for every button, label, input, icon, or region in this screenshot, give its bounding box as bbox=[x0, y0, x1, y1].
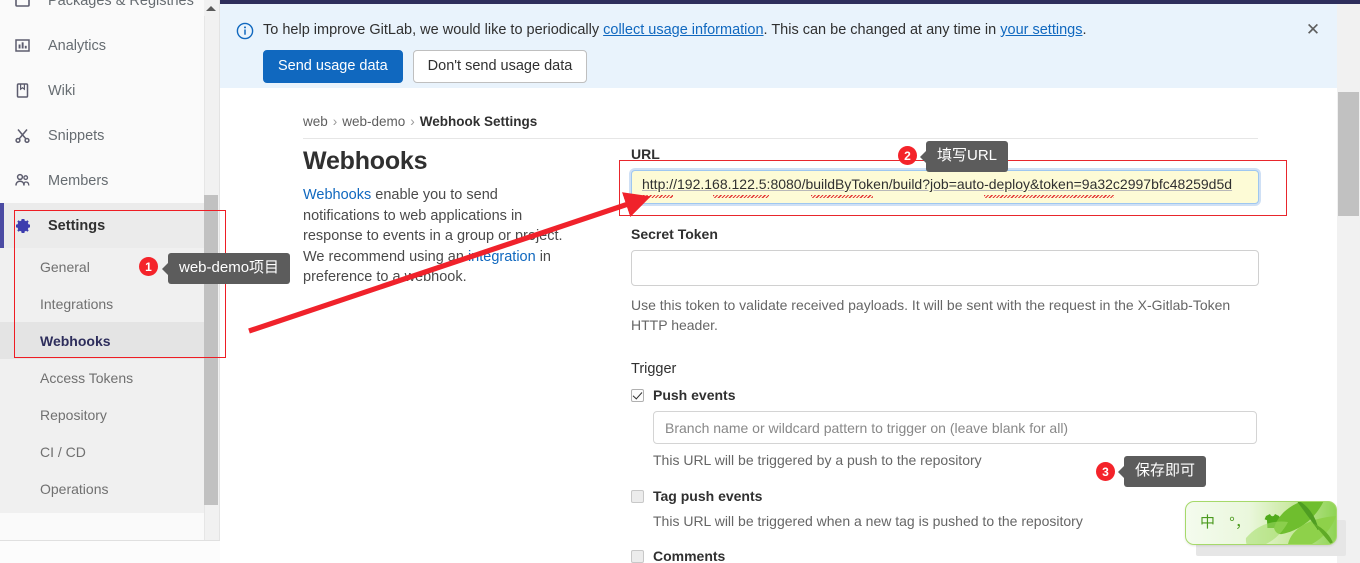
your-settings-link[interactable]: your settings bbox=[1000, 22, 1082, 38]
ime-punctuation-button[interactable]: °， bbox=[1229, 515, 1250, 531]
info-circle-icon bbox=[236, 22, 254, 40]
comments-label[interactable]: Comments bbox=[653, 548, 725, 563]
sidebar-item-integrations[interactable]: Integrations bbox=[0, 285, 219, 322]
gitlab-webhook-settings-page: Packages & Registries Analytics Wiki Sni… bbox=[0, 0, 1360, 563]
push-events-row: Push events bbox=[631, 387, 1261, 404]
sidebar-item-wiki[interactable]: Wiki bbox=[0, 68, 219, 113]
ime-mode-button[interactable]: 中 bbox=[1200, 515, 1215, 531]
page-scrollbar[interactable] bbox=[1337, 4, 1360, 563]
annotation-tooltip-2: 填写URL bbox=[919, 141, 1009, 172]
sidebar-item-settings[interactable]: Settings bbox=[0, 203, 219, 248]
breadcrumb-separator-1: › bbox=[332, 114, 338, 129]
breadcrumb-separator-2: › bbox=[410, 114, 415, 129]
tag-push-events-checkbox[interactable] bbox=[631, 490, 644, 503]
url-input[interactable] bbox=[631, 170, 1259, 204]
ime-widget[interactable]: 中 °， bbox=[1185, 501, 1337, 545]
annotation-badge-2: 2 bbox=[898, 146, 917, 165]
usage-data-banner: To help improve GitLab, we would like to… bbox=[220, 4, 1337, 88]
integration-doc-link[interactable]: integration bbox=[468, 249, 536, 265]
branch-pattern-input[interactable] bbox=[653, 411, 1257, 444]
webhooks-doc-link[interactable]: Webhooks bbox=[303, 187, 371, 203]
sidebar-item-analytics[interactable]: Analytics bbox=[0, 23, 219, 68]
sidebar-scroll-thumb[interactable] bbox=[204, 195, 218, 505]
annotation-badge-1: 1 bbox=[139, 257, 158, 276]
secret-token-label: Secret Token bbox=[631, 226, 718, 242]
collect-usage-information-link[interactable]: collect usage information bbox=[603, 22, 763, 38]
users-icon bbox=[14, 172, 38, 190]
sidebar-bottom-padding bbox=[0, 513, 219, 540]
sidebar-item-label: Packages & Registries bbox=[48, 0, 194, 9]
sidebar-subitem-label: Repository bbox=[40, 406, 107, 423]
annotation-tooltip-1: web-demo项目 bbox=[161, 253, 291, 284]
sidebar-item-label: Snippets bbox=[48, 127, 105, 144]
breadcrumb-current: Webhook Settings bbox=[419, 114, 538, 129]
book-icon bbox=[14, 82, 38, 100]
banner-text-3: . bbox=[1082, 22, 1087, 38]
sidebar-item-webhooks[interactable]: Webhooks bbox=[0, 322, 219, 359]
secret-token-help: Use this token to validate received payl… bbox=[631, 297, 1231, 333]
breadcrumb-divider bbox=[303, 138, 1258, 139]
sidebar-item-packages[interactable]: Packages & Registries bbox=[0, 0, 219, 23]
annotation-tooltip-3: 保存即可 bbox=[1117, 456, 1207, 487]
sidebar-item-access-tokens[interactable]: Access Tokens bbox=[0, 359, 219, 396]
sidebar-item-snippets[interactable]: Snippets bbox=[0, 113, 219, 158]
comments-row: Comments bbox=[631, 548, 1261, 563]
sidebar-scroll-up-arrow[interactable] bbox=[204, 0, 218, 16]
push-events-checkbox[interactable] bbox=[631, 389, 644, 402]
tag-push-events-row: Tag push events bbox=[631, 488, 1261, 505]
sidebar-subitem-label: Integrations bbox=[40, 295, 114, 312]
page-title: Webhooks bbox=[303, 147, 428, 175]
banner-text-1: To help improve GitLab, we would like to… bbox=[263, 22, 604, 38]
tag-push-events-help: This URL will be triggered when a new ta… bbox=[653, 513, 1083, 529]
shirt-icon[interactable] bbox=[1264, 513, 1281, 533]
sidebar-subitem-label: General bbox=[40, 258, 90, 275]
annotation-badge-3: 3 bbox=[1096, 462, 1115, 481]
package-icon bbox=[14, 0, 38, 10]
webhook-settings-content: web › web-demo › Webhook Settings Webhooks W… bbox=[220, 88, 1337, 563]
webhooks-description-column: Webhooks Webhooks enable you to send not… bbox=[303, 146, 603, 288]
sidebar-item-label: Settings bbox=[48, 217, 106, 234]
page-scroll-thumb[interactable] bbox=[1338, 92, 1359, 216]
sidebar-item-repository[interactable]: Repository bbox=[0, 396, 219, 433]
comments-checkbox[interactable] bbox=[631, 550, 644, 563]
dont-send-usage-data-button[interactable]: Don't send usage data bbox=[412, 50, 588, 83]
sidebar-item-label: Analytics bbox=[48, 37, 107, 54]
breadcrumb: web › web-demo › Webhook Settings bbox=[220, 88, 1337, 129]
send-usage-data-button[interactable]: Send usage data bbox=[263, 50, 403, 83]
breadcrumb-web[interactable]: web bbox=[303, 114, 328, 129]
gear-icon bbox=[14, 217, 38, 235]
push-events-label[interactable]: Push events bbox=[653, 387, 735, 404]
secret-token-input[interactable] bbox=[631, 250, 1259, 286]
webhooks-description: Webhooks enable you to send notification… bbox=[303, 185, 575, 288]
chart-bar-icon bbox=[14, 37, 38, 55]
sidebar-footer bbox=[0, 541, 220, 563]
sidebar-item-cicd[interactable]: CI / CD bbox=[0, 433, 219, 470]
sidebar-item-members[interactable]: Members bbox=[0, 158, 219, 203]
sidebar-subitem-label: CI / CD bbox=[40, 443, 86, 460]
sidebar-subitem-label: Operations bbox=[40, 480, 109, 497]
settings-submenu: General Integrations Webhooks Access Tok… bbox=[0, 248, 219, 513]
sidebar-item-label: Wiki bbox=[48, 82, 76, 99]
sidebar-item-label: Members bbox=[48, 172, 109, 189]
sidebar-subitem-label: Access Tokens bbox=[40, 369, 134, 386]
sidebar-item-operations[interactable]: Operations bbox=[0, 470, 219, 507]
sidebar-subitem-label: Webhooks bbox=[40, 332, 111, 349]
close-icon[interactable]: ✕ bbox=[1305, 21, 1321, 38]
banner-message: To help improve GitLab, we would like to… bbox=[263, 21, 1087, 40]
banner-text-2: . This can be changed at any time in bbox=[763, 22, 1001, 38]
scissors-icon bbox=[14, 127, 38, 145]
leaf-decoration-icon bbox=[1245, 502, 1336, 544]
trigger-label: Trigger bbox=[631, 361, 677, 377]
tag-push-events-label[interactable]: Tag push events bbox=[653, 488, 762, 505]
breadcrumb-web-demo[interactable]: web-demo bbox=[342, 114, 405, 129]
webhook-form-column: URL http://192.168.122.5:8080/buildByTok… bbox=[619, 146, 1287, 563]
